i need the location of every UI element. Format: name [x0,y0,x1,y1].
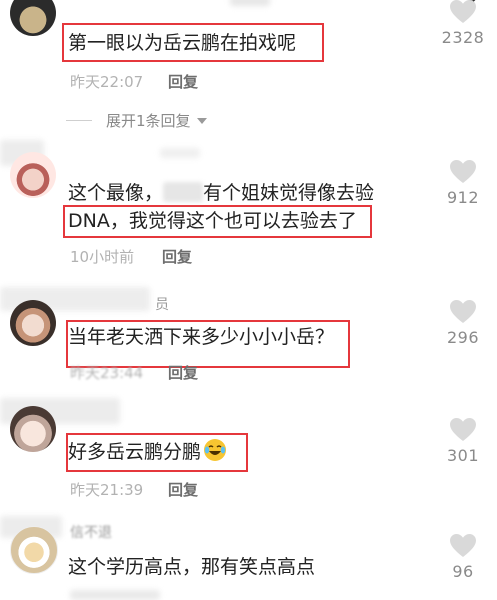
comment-time-partial [70,590,160,600]
like-button[interactable]: 912 [435,160,491,207]
heart-icon [450,534,476,557]
like-count: 301 [446,446,480,465]
like-button[interactable]: 296 [435,300,491,347]
comment-text: 第一眼以为岳云鹏在拍戏呢 [68,32,297,54]
reply-button[interactable]: 回复 [168,479,198,500]
blurred-username [230,0,270,6]
like-button[interactable]: 2328 [435,0,491,47]
blurred-username [160,148,200,158]
comment-time: 昨天22:07 [70,73,144,91]
comment-time: 10小时前 [70,248,135,266]
like-button[interactable]: 301 [435,418,491,465]
avatar[interactable] [10,526,58,574]
comment-time: 昨天21:39 [70,481,144,499]
avatar[interactable] [10,406,56,452]
blurred-name [163,182,204,202]
like-count: 912 [446,188,480,207]
username[interactable]: 员 [155,294,169,314]
avatar[interactable] [10,0,56,36]
crying-laughing-emoji-icon [204,439,227,461]
heart-icon [450,160,476,183]
avatar[interactable] [10,300,56,346]
like-count: 96 [452,562,474,581]
comment-text-line2: DNA，我觉得这个也可以去验去了 [68,210,357,232]
like-button[interactable]: 96 [435,534,491,581]
comment-text: 这个最像， 有个姐妹觉得像去验 [68,182,375,204]
reply-button[interactable]: 回复 [168,71,198,92]
like-count: 2328 [441,28,485,47]
reply-button[interactable]: 回复 [162,246,192,267]
expand-replies-button[interactable]: 展开1条回复 [66,110,208,131]
chevron-down-icon [196,117,207,124]
heart-icon [450,300,476,323]
heart-icon [450,0,476,23]
comment-time: 昨天23:44 [70,364,144,382]
heart-icon [450,418,476,441]
expand-replies-label: 展开1条回复 [106,112,191,130]
reply-button[interactable]: 回复 [168,362,198,383]
comment-text: 这个学历高点，那有笑点高点 [68,556,316,578]
divider [66,120,92,121]
avatar[interactable] [10,152,56,198]
comment-text: 好多岳云鹏分鹏 [68,437,227,467]
like-count: 296 [446,328,480,347]
comment-text: 当年老天洒下来多少小小小岳？ [68,326,335,348]
username[interactable]: 信不退 [70,522,112,542]
